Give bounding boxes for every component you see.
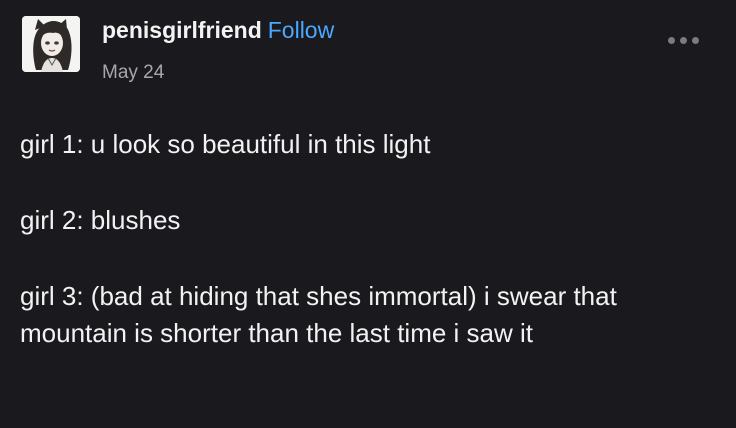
post-body: girl 1: u look so beautiful in this ligh… <box>20 126 710 391</box>
post-header: penisgirlfriend Follow May 24 <box>102 16 334 84</box>
more-dots-icon <box>680 37 687 44</box>
post-line-2: girl 2: blushes <box>20 205 181 235</box>
more-dots-icon <box>668 37 675 44</box>
post-date[interactable]: May 24 <box>102 62 334 84</box>
more-dots-icon <box>692 37 699 44</box>
author-line: penisgirlfriend Follow <box>102 16 334 44</box>
author-name-link[interactable]: penisgirlfriend <box>102 17 262 43</box>
avatar-drawing-icon <box>22 16 80 72</box>
follow-button[interactable]: Follow <box>268 17 334 43</box>
avatar[interactable] <box>22 16 80 72</box>
more-options-button[interactable] <box>662 30 706 50</box>
post-card: penisgirlfriend Follow May 24 girl 1: u l… <box>0 0 736 428</box>
post-line-1: girl 1: u look so beautiful in this ligh… <box>20 129 431 159</box>
post-line-3: girl 3: (bad at hiding that shes immorta… <box>20 281 617 348</box>
